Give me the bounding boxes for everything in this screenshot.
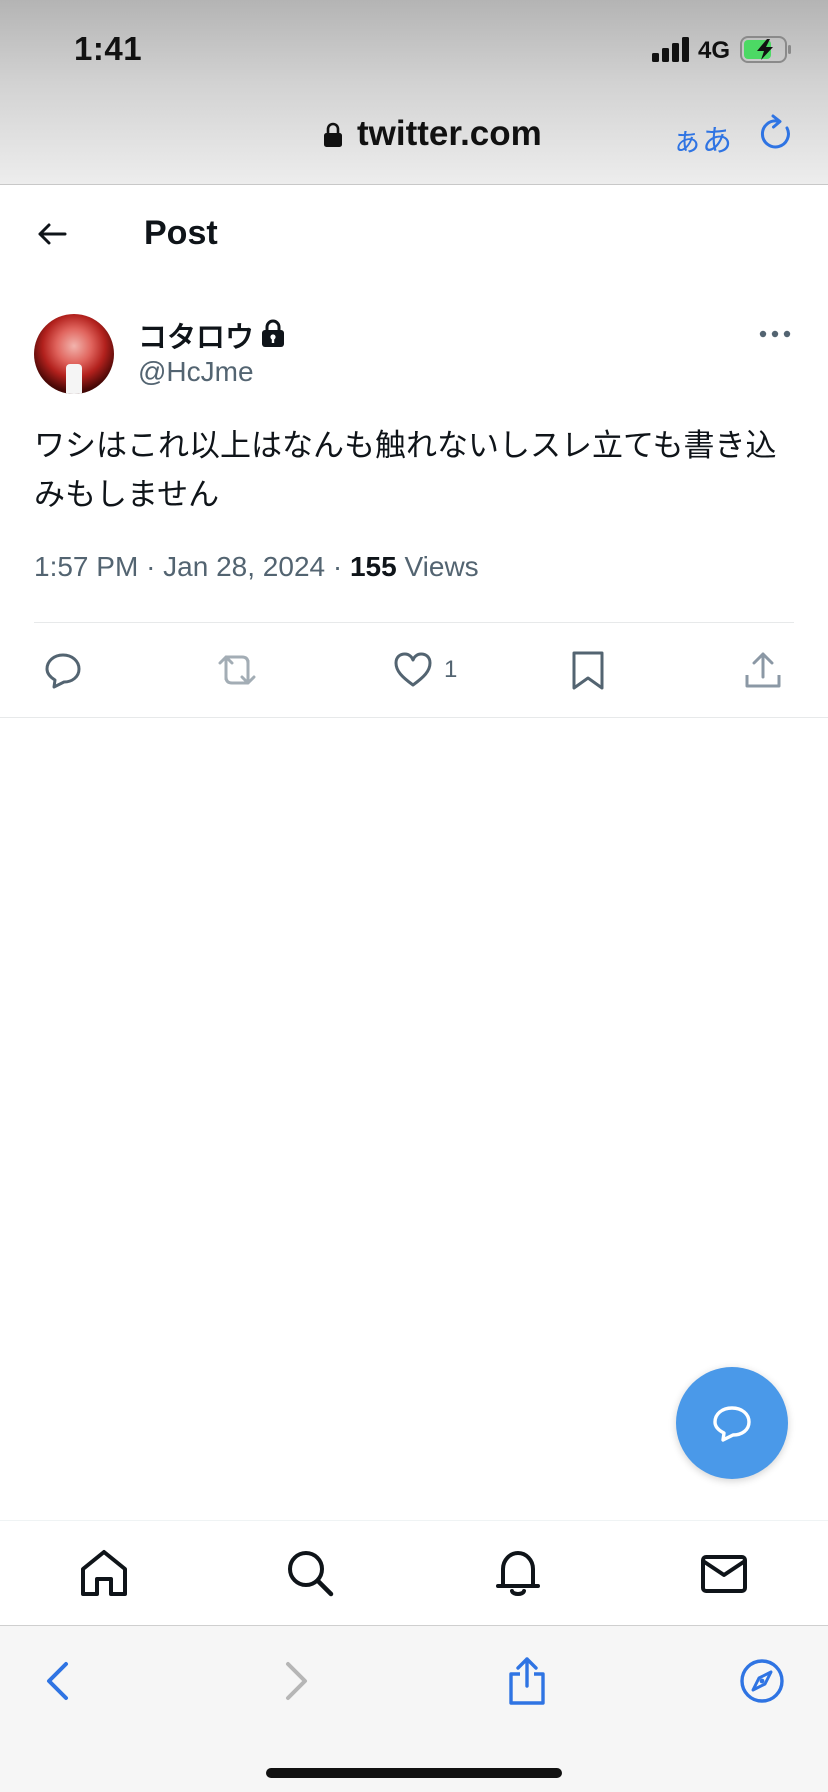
tweet-date[interactable]: Jan 28, 2024 [163, 551, 325, 582]
network-type: 4G [698, 37, 731, 64]
app-bottom-nav [0, 1520, 828, 1625]
meta-separator: · [146, 551, 164, 582]
views-label: Views [404, 551, 479, 582]
bell-icon[interactable] [492, 1547, 544, 1599]
arrow-left-icon[interactable] [34, 216, 70, 252]
divider [34, 622, 794, 623]
share-icon [745, 652, 781, 688]
back-icon[interactable] [34, 1656, 84, 1706]
retweet-button[interactable] [216, 640, 258, 700]
reload-icon[interactable] [756, 114, 796, 154]
battery-charging-icon [740, 36, 791, 63]
bookmark-icon [572, 651, 604, 690]
compose-reply-icon [713, 1406, 751, 1442]
tweet-text: ワシはこれ以上はなんも触れないしスレ立ても書き込みもしません [34, 428, 777, 513]
divider [0, 717, 828, 718]
tweet-time[interactable]: 1:57 PM [34, 551, 138, 582]
retweet-icon [218, 655, 256, 685]
compose-reply-button[interactable] [676, 1367, 788, 1479]
browser-top-bar: 1:41 4G twitter.com ぁあ [0, 0, 828, 185]
page-title: Post [144, 214, 218, 252]
bookmark-button[interactable] [567, 640, 609, 700]
search-icon[interactable] [284, 1547, 336, 1599]
home-indicator [266, 1768, 562, 1778]
reply-button[interactable] [42, 640, 84, 700]
post-header: Post [0, 186, 828, 286]
reply-icon [45, 653, 81, 689]
forward-icon[interactable] [270, 1656, 320, 1706]
like-button[interactable]: 1 [392, 640, 457, 700]
heart-icon [394, 652, 432, 687]
home-icon[interactable] [78, 1547, 130, 1599]
share-icon[interactable] [502, 1656, 552, 1706]
meta-separator: · [332, 551, 350, 582]
tweet-actions: 1 [0, 640, 828, 700]
views-count: 155 [349, 551, 397, 582]
url-text: twitter.com [357, 114, 542, 153]
author-display-name[interactable]: コタロウ [138, 314, 254, 356]
cellular-signal-icon [652, 36, 692, 62]
ellipsis-icon[interactable] [758, 322, 792, 346]
status-time: 1:41 [74, 30, 143, 67]
mail-icon[interactable] [698, 1547, 750, 1599]
like-count: 1 [444, 656, 458, 683]
compass-icon[interactable] [737, 1656, 787, 1706]
address-bar[interactable]: twitter.com ぁあ [0, 112, 828, 160]
avatar[interactable] [34, 314, 114, 394]
tweet-meta: 1:57 PM · Jan 28, 2024 · 155 Views [34, 551, 479, 583]
author-handle[interactable]: @HcJme [138, 356, 254, 388]
share-button[interactable] [742, 640, 784, 700]
reader-aa-button[interactable]: ぁあ [672, 116, 732, 160]
lock-icon [324, 122, 342, 147]
lock-icon [262, 319, 284, 347]
browser-toolbar [0, 1625, 828, 1792]
